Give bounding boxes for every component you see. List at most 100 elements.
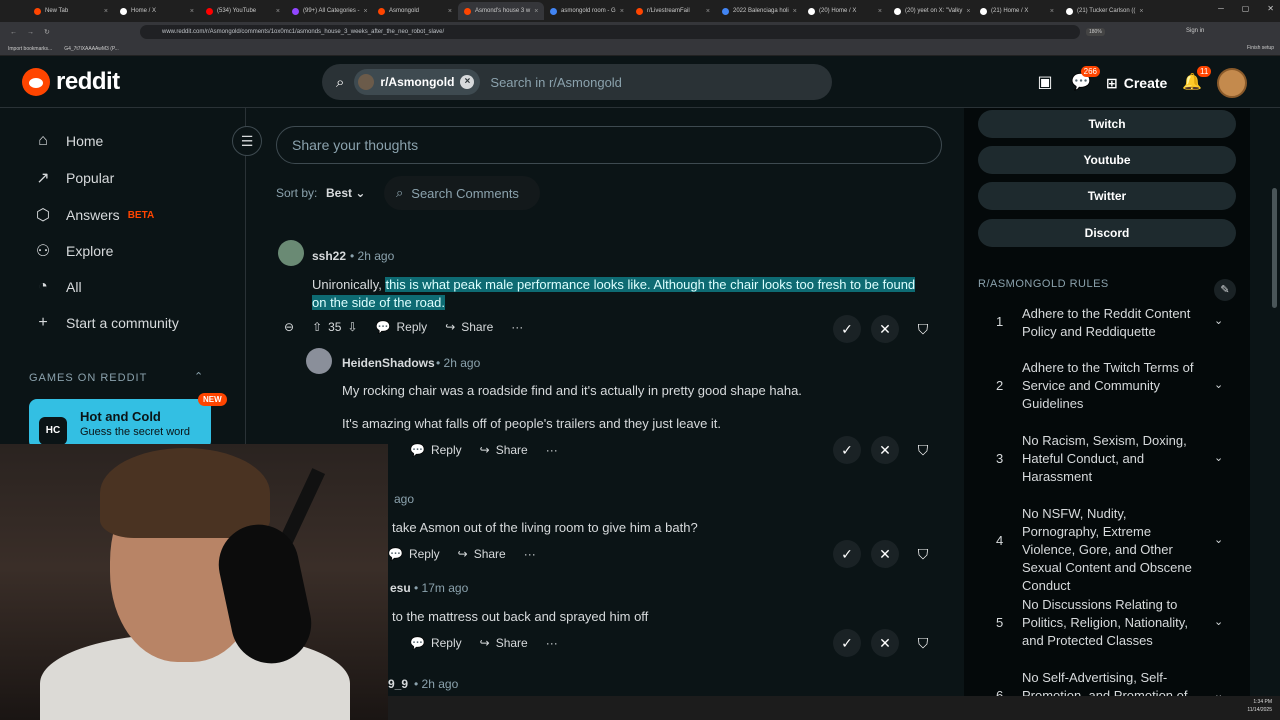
game-card-hot-and-cold[interactable]: HC Hot and Cold Guess the secret word bbox=[29, 399, 211, 449]
share-button[interactable]: ↪ Share bbox=[480, 443, 528, 457]
reply-button[interactable]: 💬 Reply bbox=[410, 443, 462, 457]
search-comments-input[interactable]: ⌕ Search Comments bbox=[384, 176, 540, 210]
link-youtube[interactable]: Youtube bbox=[978, 146, 1236, 174]
sort-dropdown[interactable]: Best ⌄ bbox=[326, 186, 365, 200]
avatar[interactable] bbox=[278, 240, 304, 266]
link-twitter[interactable]: Twitter bbox=[978, 182, 1236, 210]
collapse-sidebar-button[interactable]: ☰ bbox=[232, 126, 262, 156]
advertise-icon[interactable]: ▣ bbox=[1034, 72, 1056, 94]
scrollbar-thumb[interactable] bbox=[1272, 188, 1277, 308]
search-bar[interactable]: ⌕ r/Asmongold × Search in r/Asmongold bbox=[322, 64, 832, 100]
downvote-icon[interactable]: ⇩ bbox=[347, 320, 357, 334]
remove-icon[interactable]: ✕ bbox=[871, 315, 899, 343]
remove-icon[interactable]: ✕ bbox=[871, 436, 899, 464]
sign-in-button[interactable]: Sign in bbox=[1186, 28, 1204, 34]
collapse-thread-icon[interactable]: ⊖ bbox=[284, 320, 294, 334]
browser-tab[interactable]: 2022 Balenciaga holi × bbox=[716, 2, 802, 20]
close-icon[interactable]: × bbox=[1139, 8, 1143, 15]
remove-icon[interactable]: ✕ bbox=[871, 540, 899, 568]
system-clock[interactable]: 1:34 PM 11/14/2025 bbox=[1247, 698, 1272, 714]
browser-tab[interactable]: (21) Home / X × bbox=[974, 2, 1060, 20]
close-window-icon[interactable]: ✕ bbox=[1267, 4, 1274, 13]
browser-tab[interactable]: (534) YouTube × bbox=[200, 2, 286, 20]
shield-icon[interactable]: ⛉ bbox=[909, 540, 937, 568]
comment-author[interactable]: esu bbox=[390, 581, 411, 595]
browser-tab[interactable]: Home / X × bbox=[114, 2, 200, 20]
rule-item[interactable]: 6 No Self-Advertising, Self-Promotion, an… bbox=[978, 669, 1236, 696]
close-icon[interactable]: × bbox=[190, 8, 194, 15]
sidebar-item-home[interactable]: ⌂ Home bbox=[34, 132, 103, 150]
comment-author[interactable]: 9_9 bbox=[388, 677, 408, 691]
browser-tab[interactable]: (20) Home / X × bbox=[802, 2, 888, 20]
avatar[interactable] bbox=[306, 348, 332, 374]
close-icon[interactable]: × bbox=[793, 8, 797, 15]
approve-icon[interactable]: ✓ bbox=[833, 315, 861, 343]
sidebar-item-start-community[interactable]: + Start a community bbox=[34, 314, 179, 332]
close-icon[interactable]: × bbox=[620, 8, 624, 15]
page-scrollbar[interactable] bbox=[1270, 108, 1280, 696]
close-icon[interactable]: × bbox=[104, 8, 108, 15]
upvote-icon[interactable]: ⇧ bbox=[312, 320, 322, 334]
sidebar-item-explore[interactable]: ⚇ Explore bbox=[34, 241, 114, 261]
chat-icon[interactable]: 💬 266 bbox=[1070, 66, 1100, 94]
forward-icon[interactable]: → bbox=[27, 29, 34, 36]
reply-button[interactable]: 💬 Reply bbox=[388, 547, 440, 561]
subreddit-chip[interactable]: r/Asmongold × bbox=[354, 69, 481, 95]
chevron-up-icon[interactable]: ⌃ bbox=[194, 370, 203, 383]
user-avatar[interactable] bbox=[1217, 68, 1248, 98]
notification-bell-icon[interactable]: 🔔 11 bbox=[1181, 66, 1212, 94]
share-button[interactable]: ↪ Share bbox=[458, 547, 506, 561]
more-options-icon[interactable]: ··· bbox=[511, 320, 523, 334]
shield-icon[interactable]: ⛉ bbox=[909, 629, 937, 657]
close-icon[interactable]: × bbox=[706, 8, 710, 15]
clear-chip-icon[interactable]: × bbox=[460, 75, 475, 89]
browser-tab-active[interactable]: Asmond's house 3 w × bbox=[458, 2, 544, 20]
browser-tab[interactable]: asmongold room - G × bbox=[544, 2, 630, 20]
browser-tab[interactable]: Asmongold × bbox=[372, 2, 458, 20]
reload-icon[interactable]: ↻ bbox=[44, 28, 50, 36]
comment-input[interactable]: Share your thoughts bbox=[276, 126, 942, 164]
zoom-badge[interactable]: 180% bbox=[1086, 28, 1105, 36]
browser-tab[interactable]: (99+) All Categories - × bbox=[286, 2, 372, 20]
link-discord[interactable]: Discord bbox=[978, 219, 1236, 247]
more-options-icon[interactable]: ··· bbox=[524, 547, 536, 561]
close-icon[interactable]: × bbox=[364, 8, 368, 15]
close-icon[interactable]: × bbox=[448, 8, 452, 15]
minimize-icon[interactable]: ─ bbox=[1218, 4, 1224, 13]
bookmark-item[interactable]: G4_7t7lXAAAAwM3 (P... bbox=[64, 46, 119, 52]
shield-icon[interactable]: ⛉ bbox=[909, 436, 937, 464]
reply-button[interactable]: 💬 Reply bbox=[376, 320, 428, 334]
edit-pencil-icon[interactable]: ✎ bbox=[1214, 279, 1236, 301]
share-button[interactable]: ↪ Share bbox=[480, 636, 528, 650]
url-field[interactable]: www.reddit.com/r/Asmongold/comments/1ox0… bbox=[140, 25, 1080, 39]
close-icon[interactable]: × bbox=[1050, 8, 1054, 15]
browser-tab[interactable]: New Tab × bbox=[28, 2, 114, 20]
remove-icon[interactable]: ✕ bbox=[871, 629, 899, 657]
sidebar-item-popular[interactable]: ↗ Popular bbox=[34, 168, 114, 188]
search-input[interactable]: Search in r/Asmongold bbox=[490, 75, 622, 90]
shield-icon[interactable]: ⛉ bbox=[909, 315, 937, 343]
link-twitch[interactable]: Twitch bbox=[978, 110, 1236, 138]
bookmark-item[interactable]: Import bookmarks... bbox=[8, 46, 52, 52]
approve-icon[interactable]: ✓ bbox=[833, 629, 861, 657]
browser-tab[interactable]: (20) yeet on X: "Valky × bbox=[888, 2, 974, 20]
back-icon[interactable]: ← bbox=[10, 29, 17, 36]
close-icon[interactable]: × bbox=[966, 8, 970, 15]
close-icon[interactable]: × bbox=[878, 8, 882, 15]
browser-tab[interactable]: r/LivestreamFail × bbox=[630, 2, 716, 20]
comment-author[interactable]: HeidenShadows bbox=[342, 356, 435, 370]
create-button[interactable]: ⊞ Create bbox=[1106, 75, 1167, 92]
close-icon[interactable]: × bbox=[534, 8, 538, 15]
sidebar-item-answers[interactable]: ⬡ Answers BETA bbox=[34, 205, 154, 225]
share-button[interactable]: ↪ Share bbox=[445, 320, 493, 334]
sidebar-item-all[interactable]: ◔ All bbox=[34, 278, 81, 296]
reddit-logo[interactable]: reddit bbox=[22, 68, 120, 96]
reply-button[interactable]: 💬 Reply bbox=[410, 636, 462, 650]
browser-tab[interactable]: (21) Tucker Carlson ((× bbox=[1060, 2, 1146, 20]
more-options-icon[interactable]: ··· bbox=[546, 443, 558, 457]
approve-icon[interactable]: ✓ bbox=[833, 436, 861, 464]
close-icon[interactable]: × bbox=[276, 8, 280, 15]
more-options-icon[interactable]: ··· bbox=[546, 636, 558, 650]
maximize-icon[interactable]: ▢ bbox=[1242, 4, 1250, 13]
comment-author[interactable]: ssh22 bbox=[312, 249, 346, 263]
